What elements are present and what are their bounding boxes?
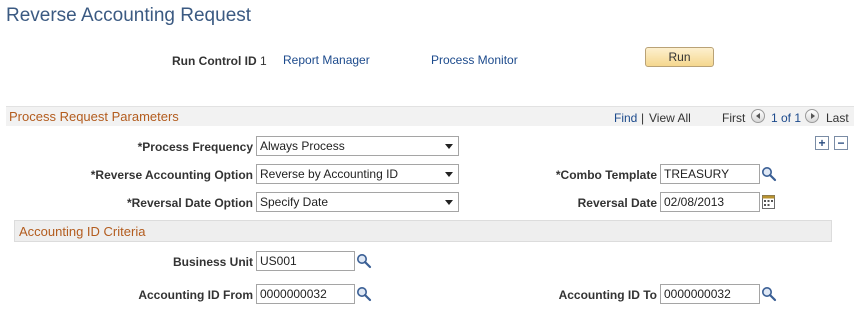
nav-separator: | [641,111,645,125]
run-control-id-label: Run Control ID [172,54,257,68]
accounting-id-criteria-header: Accounting ID Criteria [14,220,832,242]
section-title: Accounting ID Criteria [19,224,146,239]
combo-template-input[interactable] [660,164,760,184]
reverse-accounting-option-label: *Reverse Accounting Option [90,168,253,182]
chevron-down-icon [445,172,453,177]
accounting-id-to-input[interactable] [660,284,760,304]
accounting-id-from-label: Accounting ID From [138,288,253,302]
accounting-id-to-label: Accounting ID To [558,288,657,302]
business-unit-label: Business Unit [172,255,253,269]
row-count: 1 of 1 [771,111,802,125]
reverse-accounting-option-select[interactable]: Reverse by Accounting ID [256,164,459,184]
process-frequency-select[interactable]: Always Process [256,136,459,156]
reversal-date-label: Reversal Date [577,196,657,210]
last-label: Last [826,111,849,125]
process-frequency-label: *Process Frequency [137,140,253,154]
section-title: Process Request Parameters [9,109,179,124]
view-all-link[interactable]: View All [649,111,691,125]
chevron-down-icon [445,200,453,205]
report-manager-link[interactable]: Report Manager [283,53,370,67]
search-icon[interactable] [356,286,372,302]
previous-row-icon[interactable] [751,109,765,123]
search-icon[interactable] [761,166,777,182]
add-row-button[interactable]: + [815,136,829,150]
run-button[interactable]: Run [645,47,714,67]
process-monitor-link[interactable]: Process Monitor [431,53,518,67]
reversal-date-input[interactable] [660,192,760,212]
first-label: First [722,111,746,125]
delete-row-button[interactable]: − [834,136,848,150]
reversal-date-option-value: Specify Date [260,195,329,209]
page-title: Reverse Accounting Request [6,5,252,26]
reversal-date-option-label: *Reversal Date Option [126,196,253,210]
find-link[interactable]: Find [614,111,637,125]
reversal-date-option-select[interactable]: Specify Date [256,192,459,212]
reverse-accounting-option-value: Reverse by Accounting ID [260,167,399,181]
accounting-id-from-input[interactable] [256,284,355,304]
chevron-down-icon [445,144,453,149]
next-row-icon[interactable] [805,109,819,123]
search-icon[interactable] [356,253,372,269]
business-unit-input[interactable] [256,251,355,271]
process-frequency-value: Always Process [260,139,345,153]
calendar-icon[interactable] [762,194,775,209]
run-control-id-value: 1 [260,54,267,68]
combo-template-label: *Combo Template [555,168,657,182]
search-icon[interactable] [761,286,777,302]
